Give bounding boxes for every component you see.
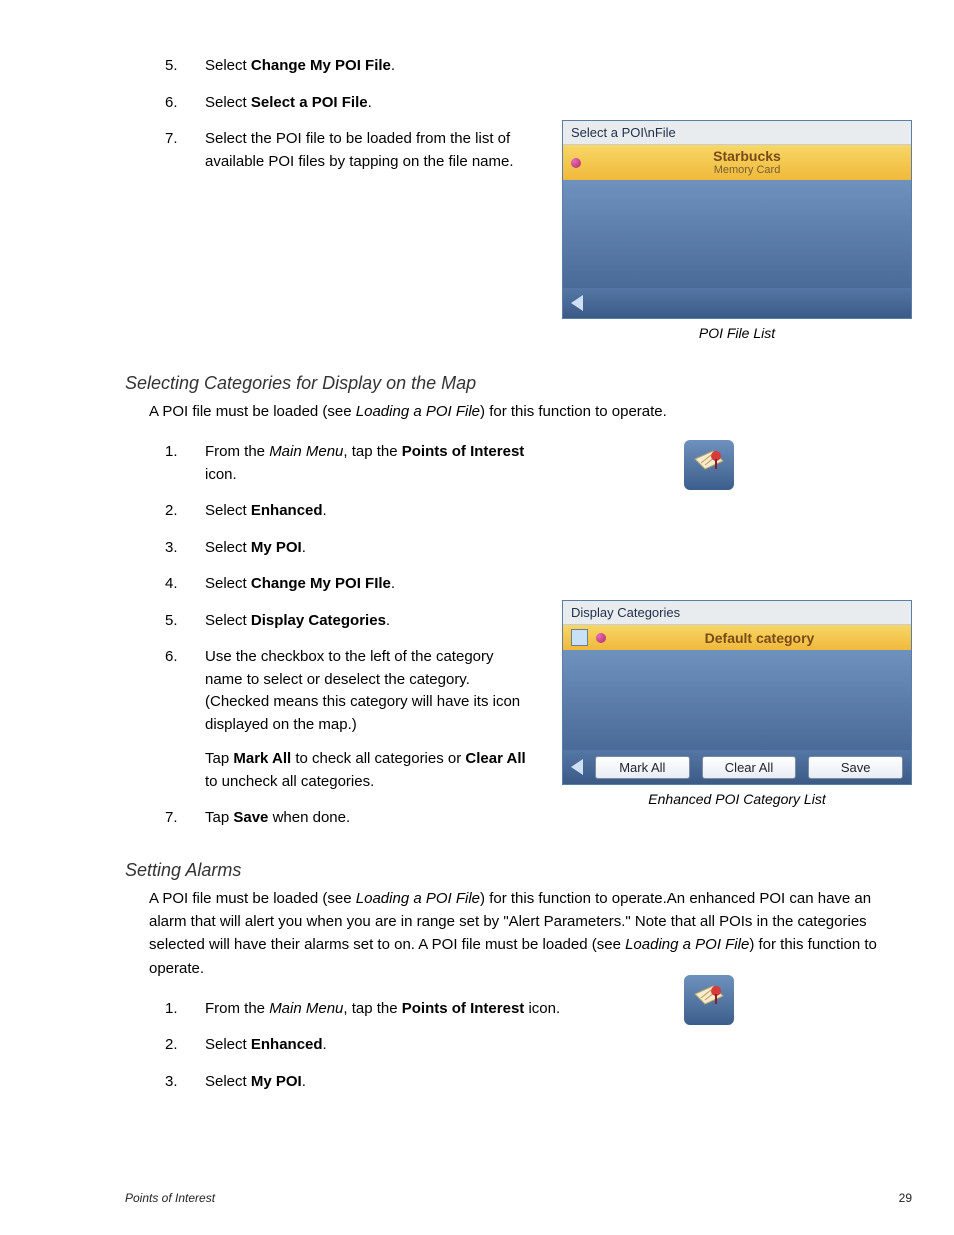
step-number: 5.	[125, 55, 205, 78]
poi-list-body	[563, 180, 911, 288]
section-heading: Selecting Categories for Display on the …	[125, 373, 912, 394]
step-number: 6.	[125, 92, 205, 115]
poi-file-list-screenshot: Select a POI\nFile Starbucks Memory Card…	[562, 120, 912, 341]
alarm-step-1: 1. From the Main Menu, tap the Points of…	[125, 998, 912, 1021]
back-arrow-icon[interactable]	[571, 295, 583, 311]
alarms-steps-list: 1. From the Main Menu, tap the Points of…	[125, 998, 912, 1094]
step-text: Select the POI file to be loaded from th…	[205, 128, 555, 173]
dc-category-name: Default category	[616, 630, 903, 646]
dc-category-row[interactable]: Default category	[563, 625, 911, 650]
poi-file-sub: Memory Card	[591, 164, 903, 176]
step-6: 6. Select Select a POI File.	[125, 92, 555, 115]
poi-file-caption: POI File List	[562, 325, 912, 341]
section-setting-alarms: Setting Alarms A POI file must be loaded…	[125, 860, 912, 1094]
back-arrow-icon[interactable]	[571, 759, 583, 775]
step-5: 5. Select Change My POI File.	[125, 55, 555, 78]
footer-page-number: 29	[899, 1191, 912, 1205]
step-7: 7. Select the POI file to be loaded from…	[125, 128, 555, 173]
dc-list-body	[563, 650, 911, 750]
poi-file-name: Starbucks	[591, 149, 903, 164]
cat-step-2: 2. Select Enhanced.	[125, 500, 912, 523]
alarm-step-2: 2. Select Enhanced.	[125, 1034, 912, 1057]
poi-dot-icon	[596, 633, 606, 643]
dc-footer: Mark All Clear All Save	[563, 750, 911, 784]
cat-step-3: 3. Select My POI.	[125, 537, 912, 560]
cat-step-1: 1. From the Main Menu, tap the Points of…	[125, 441, 912, 486]
alarms-intro: A POI file must be loaded (see Loading a…	[149, 887, 912, 980]
cat-step-7: 7. Tap Save when done.	[125, 807, 912, 830]
poi-footer	[563, 288, 911, 318]
step-text: Select Select a POI File.	[205, 92, 555, 115]
poi-map-pin-icon	[684, 440, 734, 490]
display-categories-window: Display Categories Default category Mark…	[562, 600, 912, 785]
clear-all-button[interactable]: Clear All	[702, 756, 797, 779]
save-button[interactable]: Save	[808, 756, 903, 779]
section-intro: A POI file must be loaded (see Loading a…	[149, 400, 912, 423]
dc-checkbox[interactable]	[571, 629, 588, 646]
poi-window-title: Select a POI\nFile	[563, 121, 911, 145]
poi-file-row[interactable]: Starbucks Memory Card	[563, 145, 911, 180]
cat-step-4: 4. Select Change My POI FIle.	[125, 573, 912, 596]
dc-window-title: Display Categories	[563, 601, 911, 625]
step-number: 7.	[125, 128, 205, 151]
dc-caption: Enhanced POI Category List	[562, 791, 912, 807]
poi-file-window: Select a POI\nFile Starbucks Memory Card	[562, 120, 912, 319]
poi-map-pin-icon	[684, 975, 734, 1025]
top-steps-list: 5. Select Change My POI File. 6. Select …	[125, 55, 555, 173]
display-categories-screenshot: Display Categories Default category Mark…	[562, 600, 912, 807]
section-heading: Setting Alarms	[125, 860, 912, 881]
step-text: Select Change My POI File.	[205, 55, 555, 78]
page-footer: Points of Interest 29	[125, 1191, 912, 1205]
poi-dot-icon	[571, 158, 581, 168]
footer-section: Points of Interest	[125, 1191, 215, 1205]
mark-all-button[interactable]: Mark All	[595, 756, 690, 779]
alarm-step-3: 3. Select My POI.	[125, 1071, 912, 1094]
